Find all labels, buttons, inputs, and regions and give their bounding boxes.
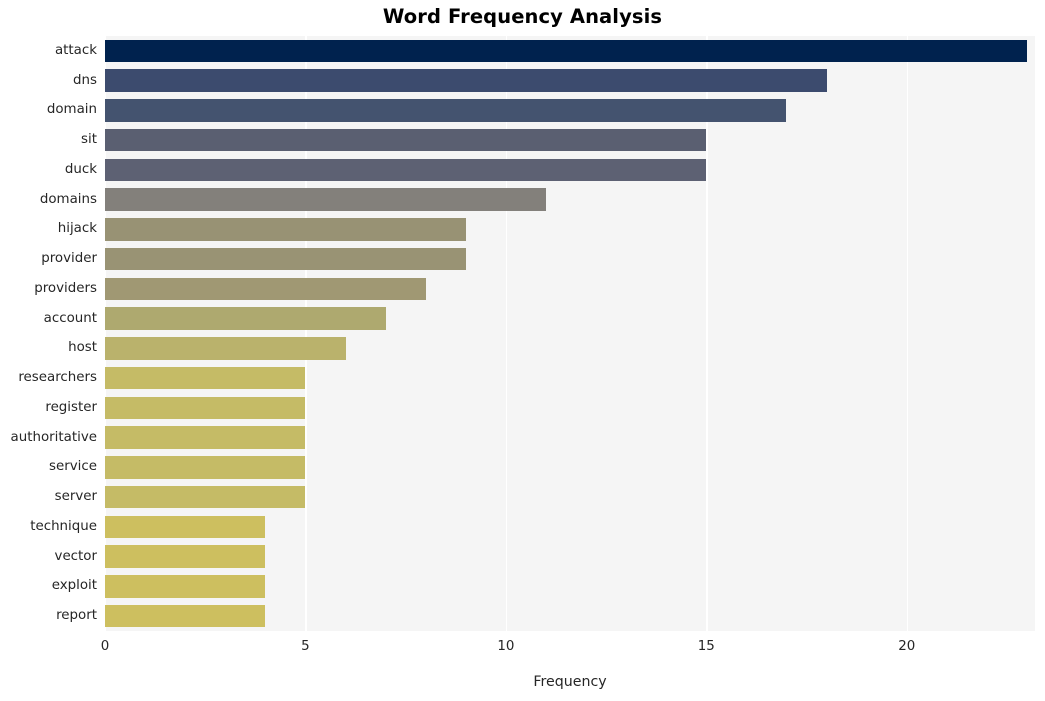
y-tick-label-exploit: exploit [51, 578, 97, 594]
bar-row [105, 545, 1035, 568]
x-tick-label-20: 20 [898, 639, 916, 654]
bar-exploit[interactable] [105, 575, 266, 598]
bar-attack[interactable] [105, 39, 1027, 63]
bar-row [105, 337, 1035, 360]
x-tick-label-0: 0 [100, 639, 110, 654]
bar-row [105, 277, 1035, 301]
y-tick-label-dns: dns [73, 72, 97, 88]
y-tick-label-server: server [54, 489, 97, 505]
bar-vector[interactable] [105, 545, 266, 568]
bar-register[interactable] [105, 396, 306, 420]
x-tick-label-10: 10 [497, 639, 515, 654]
y-tick-label-sit: sit [81, 132, 97, 148]
y-tick-label-report: report [56, 608, 97, 624]
y-tick-label-register: register [45, 399, 97, 415]
bar-row [105, 456, 1035, 479]
plot-area [105, 36, 1035, 631]
word-frequency-chart-figure: Word Frequency Analysis attack dns domain s… [0, 0, 1045, 701]
bar-report[interactable] [105, 604, 266, 628]
bar-researchers[interactable] [105, 366, 306, 390]
bar-server[interactable] [105, 485, 306, 509]
y-tick-label-providers: providers [34, 280, 97, 296]
bar-row [105, 366, 1035, 390]
bar-row [105, 69, 1035, 92]
y-tick-label-vector: vector [54, 548, 97, 564]
bar-row [105, 515, 1035, 539]
x-tick-label-15: 15 [697, 639, 715, 654]
bar-row [105, 188, 1035, 211]
bar-domain[interactable] [105, 99, 787, 122]
y-tick-label-account: account [43, 310, 97, 326]
bar-service[interactable] [105, 456, 306, 479]
bar-row [105, 99, 1035, 122]
bar-dns[interactable] [105, 69, 827, 92]
bar-account[interactable] [105, 307, 386, 330]
bar-row [105, 247, 1035, 271]
y-tick-label-duck: duck [64, 161, 97, 177]
y-axis-tick-labels: attack dns domain sit duck domains hijack provi… [0, 36, 97, 631]
bar-row [105, 575, 1035, 598]
y-tick-label-provider: provider [41, 251, 97, 267]
bar-sit[interactable] [105, 128, 707, 152]
y-tick-label-service: service [49, 459, 97, 475]
bar-row [105, 426, 1035, 449]
x-tick-label-5: 5 [301, 639, 310, 654]
bar-authoritative[interactable] [105, 426, 306, 449]
y-tick-label-domains: domains [39, 191, 97, 207]
bar-hijack[interactable] [105, 218, 466, 241]
chart-title: Word Frequency Analysis [382, 5, 663, 28]
bar-technique[interactable] [105, 515, 266, 539]
bars-layer [105, 36, 1035, 631]
bar-providers[interactable] [105, 277, 426, 301]
bar-row [105, 485, 1035, 509]
bar-row [105, 39, 1035, 63]
bar-host[interactable] [105, 337, 346, 360]
bar-row [105, 307, 1035, 330]
bar-row [105, 218, 1035, 241]
x-axis-label: Frequency [533, 674, 607, 690]
bar-row [105, 158, 1035, 182]
bar-duck[interactable] [105, 158, 707, 182]
bar-row [105, 128, 1035, 152]
bar-provider[interactable] [105, 247, 466, 271]
y-tick-label-attack: attack [54, 42, 97, 58]
y-tick-label-technique: technique [30, 518, 97, 534]
bar-row [105, 396, 1035, 420]
y-tick-label-authoritative: authoritative [10, 429, 97, 445]
y-tick-label-domain: domain [46, 102, 97, 118]
y-tick-label-researchers: researchers [18, 370, 97, 386]
y-tick-label-host: host [68, 340, 97, 356]
x-axis-tick-labels: 0 5 10 15 20 [101, 631, 1035, 661]
bar-row [105, 604, 1035, 628]
bar-domains[interactable] [105, 188, 546, 211]
y-tick-label-hijack: hijack [57, 221, 97, 237]
